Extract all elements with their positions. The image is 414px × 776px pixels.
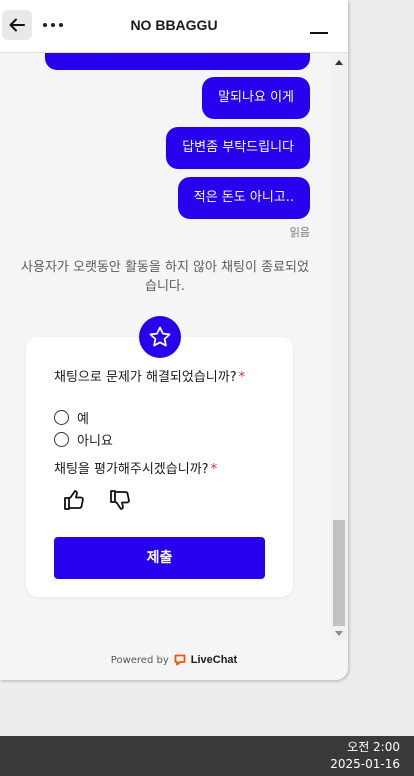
thumbs-up-button[interactable] [62,488,86,512]
chat-title: NO BBAGGU [130,17,218,33]
radio-button[interactable] [54,410,69,425]
thumbs-up-icon [64,490,84,510]
question-text: 채팅을 평가해주시겠습니까? [54,462,209,477]
star-icon [149,326,171,347]
minimize-icon [310,32,328,34]
scroll-up-arrow[interactable] [335,60,343,65]
message-bubble[interactable]: 적은 돈도 아니고.. [177,177,310,219]
scrollbar[interactable] [331,53,347,641]
required-mark: * [210,462,218,477]
clock-date: 2025-01-16 [330,757,400,771]
system-message: 사용자가 오랫동안 활동을 하지 않아 채팅이 종료되었습니다. [21,260,309,294]
option-no[interactable]: 아니요 [54,430,113,449]
survey-card: 채팅으로 문제가 해결되었습니까? * 예 아니요 채팅을 평가해주시겠습니까? *… [26,337,293,597]
chat-header: NO BBAGGU [0,0,348,53]
more-dots-icon [43,23,63,27]
message-bubble[interactable]: 답변좀 부탁드립니다 [166,127,310,169]
option-label: 아니요 [77,434,113,449]
powered-by-footer[interactable]: Powered by LiveChat [0,654,348,666]
read-status: 읽음 [289,226,310,239]
question-rating: 채팅을 평가해주시겠습니까? * [54,460,264,479]
system-clock[interactable]: 오전 2:00 2025-01-16 [330,739,400,773]
livechat-logo-icon [174,654,186,666]
option-label: 예 [77,412,89,427]
livechat-brand: LiveChat [190,654,238,666]
scroll-down-arrow[interactable] [335,631,343,636]
taskbar: 오전 2:00 2025-01-16 [0,736,414,776]
back-button[interactable] [2,10,32,40]
question-resolved: 채팅으로 문제가 해결되었습니까? * [54,368,254,387]
submit-button[interactable]: 제출 [54,537,265,579]
clock-time: 오전 2:00 [347,740,400,754]
powered-by-text: Powered by [110,654,169,666]
thumbs-down-icon [110,490,130,510]
minimize-button[interactable] [306,16,332,40]
question-text: 채팅으로 문제가 해결되었습니까? [54,370,237,385]
radio-button[interactable] [54,432,69,447]
message-bubble[interactable]: 말되나요 이게 [202,77,310,119]
scrollbar-thumb[interactable] [333,520,345,626]
survey-badge [139,316,181,358]
thumbs-down-button[interactable] [108,488,132,512]
more-options-button[interactable] [42,14,64,36]
option-yes[interactable]: 예 [54,408,89,427]
arrow-left-icon [9,18,25,32]
required-mark: * [238,370,246,385]
chat-widget: NO BBAGGU 가 단답이 원인 민가 가가다 말되나요 이게 답변좀 부탁… [0,0,348,680]
